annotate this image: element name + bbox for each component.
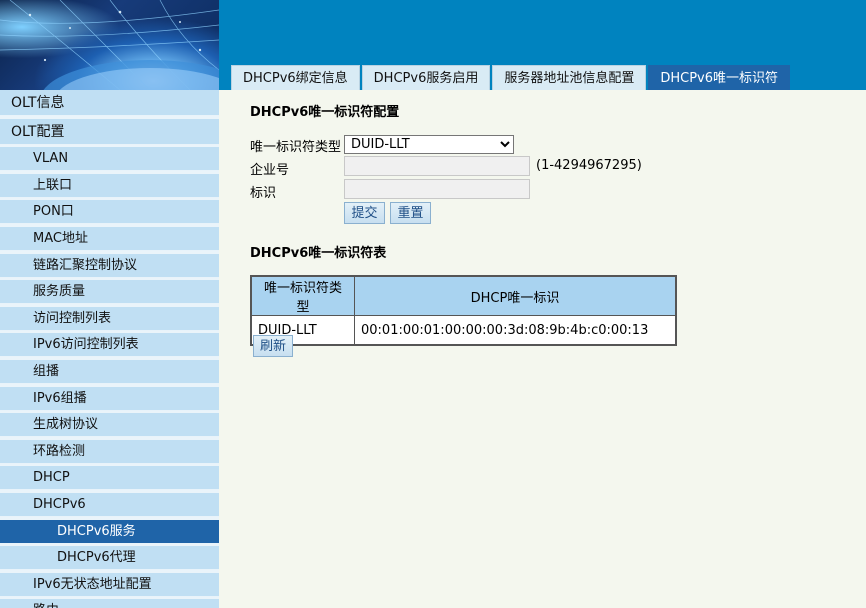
sidebar-item-dhcpv6-service[interactable]: DHCPv6服务: [0, 519, 219, 544]
tab-dhcpv6-duid[interactable]: DHCPv6唯一标识符: [648, 65, 791, 90]
sidebar-item-dhcpv6[interactable]: DHCPv6: [0, 492, 219, 517]
identifier-label: 标识: [250, 186, 277, 201]
sidebar-item-stp[interactable]: 生成树协议: [0, 413, 219, 438]
table-header-row: 唯一标识符类型 DHCP唯一标识: [250, 275, 677, 316]
sidebar-item-vlan[interactable]: VLAN: [0, 147, 219, 172]
duid-type-label: 唯一标识符类型: [250, 140, 342, 155]
sidebar-item-routing[interactable]: 路由: [0, 599, 219, 608]
enterprise-number-range-hint: (1-4294967295): [536, 158, 642, 173]
sidebar-item-lacp[interactable]: 链路汇聚控制协议: [0, 253, 219, 278]
sidebar-item-pon[interactable]: PON口: [0, 200, 219, 225]
sidebar-item-acl[interactable]: 访问控制列表: [0, 306, 219, 331]
enterprise-number-input[interactable]: [344, 156, 530, 176]
table-row: DUID-LLT 00:01:00:01:00:00:00:3d:08:9b:4…: [250, 315, 677, 346]
table-section-title: DHCPv6唯一标识符表: [250, 246, 387, 261]
refresh-button[interactable]: 刷新: [253, 335, 293, 357]
tab-server-pool-config[interactable]: 服务器地址池信息配置: [492, 65, 647, 90]
banner-logo-image: [0, 0, 219, 90]
enterprise-number-label: 企业号: [250, 163, 290, 178]
tab-dhcpv6-binding-info[interactable]: DHCPv6绑定信息: [231, 65, 360, 90]
sidebar-item-ipv6-acl[interactable]: IPv6访问控制列表: [0, 333, 219, 358]
duid-type-select[interactable]: DUID-LLT: [344, 135, 514, 154]
sidebar-item-ipv6-multicast[interactable]: IPv6组播: [0, 386, 219, 411]
tab-bar: DHCPv6绑定信息 DHCPv6服务启用 服务器地址池信息配置 DHCPv6唯…: [219, 65, 866, 90]
column-header-duid-type: 唯一标识符类型: [250, 275, 355, 316]
sidebar-item-qos[interactable]: 服务质量: [0, 280, 219, 305]
sidebar-item-dhcp[interactable]: DHCP: [0, 466, 219, 491]
reset-button[interactable]: 重置: [390, 202, 431, 224]
duid-table: 唯一标识符类型 DHCP唯一标识 DUID-LLT 00:01:00:01:00…: [250, 275, 677, 346]
tab-dhcpv6-service-enable[interactable]: DHCPv6服务启用: [361, 65, 491, 90]
submit-button[interactable]: 提交: [344, 202, 385, 224]
sidebar: OLT信息 OLT配置 VLAN 上联口 PON口 MAC地址 链路汇聚控制协议…: [0, 90, 219, 608]
sidebar-item-olt-config[interactable]: OLT配置: [0, 118, 219, 145]
sidebar-item-multicast[interactable]: 组播: [0, 359, 219, 384]
sidebar-item-mac[interactable]: MAC地址: [0, 226, 219, 251]
sidebar-item-dhcpv6-relay[interactable]: DHCPv6代理: [0, 546, 219, 571]
cell-dhcp-duid: 00:01:00:01:00:00:00:3d:08:9b:4b:c0:00:1…: [354, 315, 677, 346]
column-header-dhcp-duid: DHCP唯一标识: [354, 275, 677, 316]
sidebar-item-olt-info[interactable]: OLT信息: [0, 90, 219, 116]
sidebar-item-ipv6-slaac[interactable]: IPv6无状态地址配置: [0, 572, 219, 597]
identifier-input[interactable]: [344, 179, 530, 199]
config-section-title: DHCPv6唯一标识符配置: [250, 105, 400, 120]
sidebar-item-uplink[interactable]: 上联口: [0, 173, 219, 198]
sidebar-item-loop-detect[interactable]: 环路检测: [0, 439, 219, 464]
